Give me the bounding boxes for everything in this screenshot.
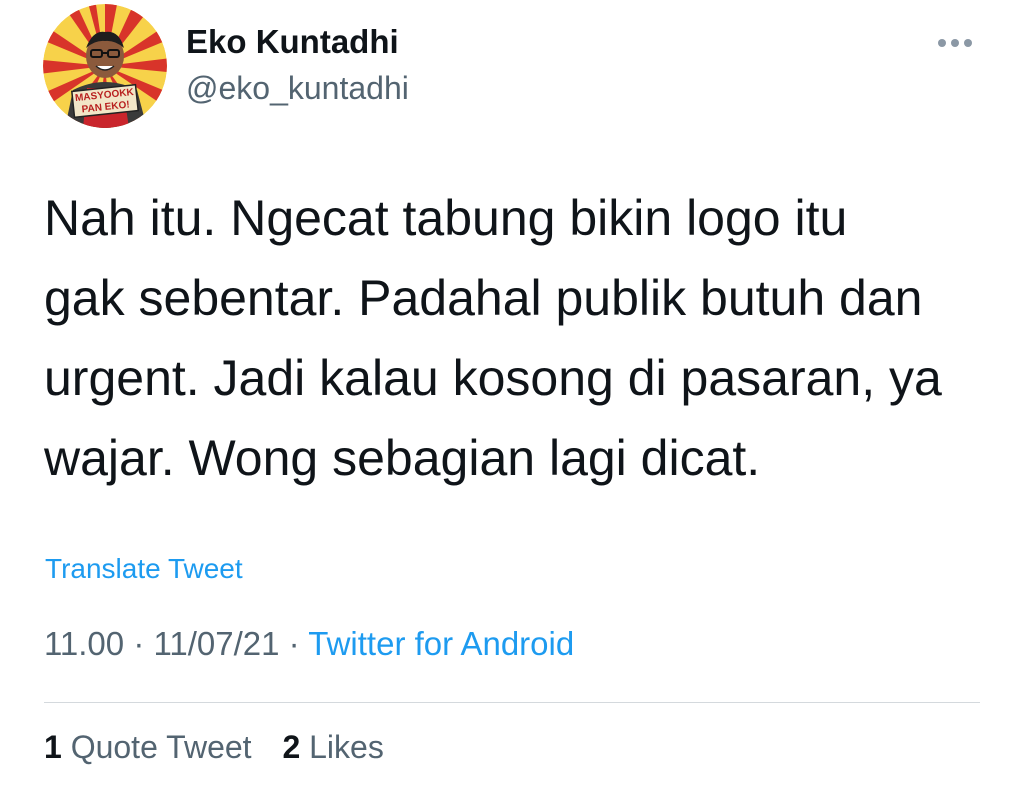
- tweet-time[interactable]: 11.00: [44, 625, 124, 662]
- quote-label: Quote Tweet: [70, 729, 252, 765]
- tweet-source-link[interactable]: Twitter for Android: [308, 625, 574, 662]
- like-label: Likes: [309, 729, 384, 765]
- translate-tweet-link[interactable]: Translate Tweet: [45, 553, 243, 585]
- author-info: Eko Kuntadhi @eko_kuntadhi: [186, 22, 409, 108]
- like-count: 2: [282, 729, 301, 765]
- quote-tweets-stat[interactable]: 1 Quote Tweet: [44, 729, 252, 766]
- meta-separator: ·: [288, 625, 300, 662]
- tweet-metadata: 11.00 · 11/07/21 · Twitter for Android: [44, 625, 574, 663]
- tweet-date[interactable]: 11/07/21: [153, 625, 279, 662]
- user-handle[interactable]: @eko_kuntadhi: [186, 68, 409, 108]
- avatar-image: MASYOOKK PAN EKO!: [43, 4, 167, 128]
- meta-separator: ·: [133, 625, 145, 662]
- engagement-stats: 1 Quote Tweet 2 Likes: [44, 729, 406, 766]
- quote-count: 1: [44, 729, 62, 765]
- display-name[interactable]: Eko Kuntadhi: [186, 22, 409, 62]
- more-options-button[interactable]: [930, 28, 980, 58]
- divider: [44, 702, 980, 703]
- tweet-detail: MASYOOKK PAN EKO! Eko Kuntadhi @eko_kunt…: [0, 0, 1024, 786]
- likes-stat[interactable]: 2 Likes: [282, 729, 383, 766]
- tweet-text: Nah itu. Ngecat tabung bikin logo itu ga…: [44, 190, 942, 486]
- avatar[interactable]: MASYOOKK PAN EKO!: [43, 4, 167, 128]
- more-horizontal-icon: [938, 39, 972, 47]
